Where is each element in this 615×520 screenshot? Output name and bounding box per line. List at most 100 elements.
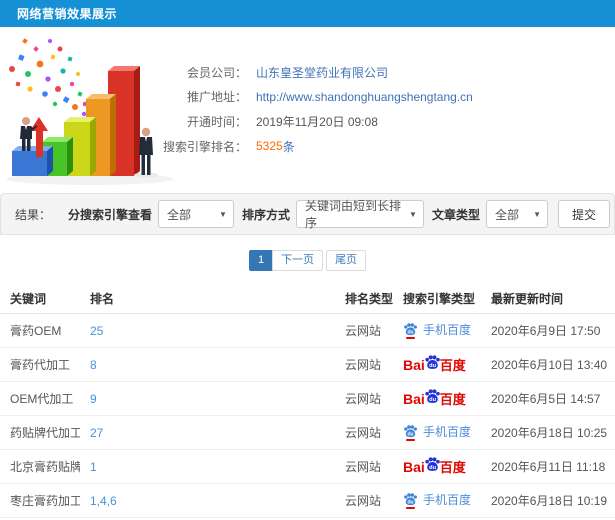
keyword-cell: 北京膏药贴牌 bbox=[0, 449, 80, 484]
keyword-cell: OEM代加工 bbox=[0, 381, 80, 416]
info-section: 会员公司： 山东皇圣堂药业有限公司 推广地址： http://www.shandong… bbox=[0, 27, 615, 190]
update-time-cell: 2020年6月18日 10:19 bbox=[481, 483, 615, 518]
baidu-logo: Bai du 百度 bbox=[403, 457, 466, 476]
results-table: 关键词 排名 排名类型 搜索引擎类型 最新更新时间 膏药OEM 25 云网站 du 手机百度 20… bbox=[0, 284, 615, 520]
rank-link[interactable]: 9 bbox=[90, 392, 97, 406]
rank-link[interactable]: 25 bbox=[90, 324, 103, 338]
keyword-cell: 膏药OEM bbox=[0, 313, 80, 348]
rank-cell: 27 bbox=[80, 415, 335, 450]
info-row-open-time: 开通时间： 2019年11月20日 09:08 bbox=[130, 109, 473, 134]
keyword-cell: 膏药代加工 bbox=[0, 347, 80, 382]
sort-select-value: 关键词由短到长排序 bbox=[304, 199, 401, 230]
paw-icon-wrap: du bbox=[403, 322, 418, 339]
engine-filter-label: 分搜索引擎查看 bbox=[67, 207, 152, 222]
info-row-engine-rank-count: 搜索引擎排名： 5325 条 bbox=[130, 134, 473, 159]
sort-select[interactable]: 关键词由短到长排序 ▼ bbox=[295, 199, 424, 230]
baidu-paw-icon: du bbox=[425, 389, 440, 403]
baidu-logo-prefix: Bai bbox=[403, 356, 425, 373]
table-row: 膏药OEM 25 云网站 du 手机百度 2020年6月9日 17:50 bbox=[0, 313, 615, 348]
update-time-cell: 2020年6月10日 13:40 bbox=[481, 347, 615, 382]
top-header-bar: 网络营销效果展示 bbox=[0, 0, 615, 27]
rank-type-cell: 云网站 bbox=[335, 313, 393, 348]
red-underline bbox=[406, 439, 415, 441]
table-row: 膏药代加工 8 云网站 Bai du 百度 2020年6月10日 13:40 bbox=[0, 347, 615, 382]
engine-cell: du 手机百度 bbox=[393, 483, 481, 518]
baidu-logo: Bai du 百度 bbox=[403, 355, 466, 374]
rank-link[interactable]: 1 bbox=[90, 460, 97, 474]
column-header: 排名类型 bbox=[335, 284, 393, 314]
baidu-logo-prefix: Bai bbox=[403, 458, 425, 475]
baidu-logo-suffix: 百度 bbox=[439, 460, 466, 475]
column-header: 关键词 bbox=[0, 284, 80, 314]
page-button[interactable]: 尾页 bbox=[326, 250, 367, 271]
mobile-baidu-label: 手机百度 bbox=[423, 493, 472, 507]
mobile-baidu-badge: du 手机百度 bbox=[403, 321, 471, 339]
article-type-select[interactable]: 全部 ▼ bbox=[485, 200, 548, 228]
paw-icon-wrap: du bbox=[403, 424, 418, 441]
rank-cell: 25 bbox=[80, 313, 335, 348]
bar-chart-bars bbox=[12, 66, 140, 176]
page-title: 网络营销效果展示 bbox=[17, 7, 118, 21]
filter-controls: 分搜索引擎查看 全部 ▼ 排序方式 关键词由短到长排序 ▼ 文章类型 全部 ▼ … bbox=[60, 199, 610, 230]
table-row: 枣庄膏药加工 1,4,6 云网站 du 手机百度 2020年6月18日 10:19 bbox=[0, 483, 615, 518]
mobile-baidu-label: 手机百度 bbox=[423, 425, 472, 439]
result-label: 结果： bbox=[15, 207, 52, 222]
update-time-cell: 2020年6月9日 17:50 bbox=[481, 313, 615, 348]
sort-filter-label: 排序方式 bbox=[241, 207, 290, 222]
baidu-logo-prefix: Bai bbox=[403, 390, 425, 407]
info-label: 会员公司： bbox=[186, 65, 247, 80]
rank-link[interactable]: 8 bbox=[90, 358, 97, 372]
info-row-member-company: 会员公司： 山东皇圣堂药业有限公司 bbox=[130, 60, 473, 85]
info-label: 开通时间： bbox=[186, 114, 247, 129]
update-time-cell: 2020年6月5日 14:57 bbox=[481, 381, 615, 416]
businessman-left bbox=[20, 117, 37, 151]
baidu-logo-suffix: 百度 bbox=[439, 358, 466, 373]
info-label: 搜索引擎排名： bbox=[162, 139, 247, 154]
paw-icon-wrap: du bbox=[424, 456, 441, 473]
rank-cell: 9 bbox=[80, 381, 335, 416]
paw-icon-wrap: du bbox=[424, 354, 441, 371]
svg-text:du: du bbox=[429, 363, 436, 369]
table-body: 膏药OEM 25 云网站 du 手机百度 2020年6月9日 17:50 膏药代加工 8 云网站… bbox=[0, 313, 615, 520]
rank-cell: 1 bbox=[80, 449, 335, 484]
article-select-value: 全部 bbox=[494, 207, 519, 222]
engine-cell: Baidu百度 bbox=[393, 449, 481, 484]
submit-button[interactable]: 提交 bbox=[557, 200, 610, 228]
rank-link[interactable]: 1,4,6 bbox=[90, 494, 117, 508]
info-value-link[interactable]: http://www.shandonghuangshengtang.cn bbox=[256, 90, 473, 104]
update-time-cell: 2020年6月11日 11:18 bbox=[481, 449, 615, 484]
svg-text:du: du bbox=[408, 499, 414, 505]
rank-count-unit[interactable]: 条 bbox=[283, 138, 295, 155]
baidu-paw-icon: du bbox=[404, 425, 417, 437]
mobile-baidu-badge: du 手机百度 bbox=[403, 423, 472, 441]
rank-count: 5325 bbox=[256, 139, 283, 154]
engine-cell: Baidu百度 bbox=[393, 381, 481, 416]
table-row: 北京膏药贴牌 1 云网站 Bai du 百度 2020年6月11日 11:18 bbox=[0, 449, 615, 484]
engine-select[interactable]: 全部 ▼ bbox=[157, 200, 234, 228]
keyword-cell: 药贴牌代加工 bbox=[0, 415, 80, 450]
column-header: 排名 bbox=[80, 284, 335, 314]
svg-text:du: du bbox=[429, 397, 436, 403]
chevron-down-icon: ▼ bbox=[533, 209, 541, 219]
update-time-cell: 2020年6月18日 10:25 bbox=[481, 415, 615, 450]
baidu-logo-suffix: 百度 bbox=[439, 392, 466, 407]
confetti bbox=[9, 38, 91, 124]
baidu-logo: Bai du 百度 bbox=[403, 389, 466, 408]
info-rows: 会员公司： 山东皇圣堂药业有限公司 推广地址： http://www.shandong… bbox=[130, 60, 473, 158]
mobile-baidu-badge: du 手机百度 bbox=[403, 491, 472, 509]
paw-icon-wrap: du bbox=[424, 388, 441, 405]
rank-cell: 1,4,6 bbox=[80, 483, 335, 518]
rank-link[interactable]: 27 bbox=[90, 426, 103, 440]
baidu-paw-icon: du bbox=[425, 355, 440, 369]
rank-type-cell: 云网站 bbox=[335, 347, 393, 382]
info-value-link[interactable]: 山东皇圣堂药业有限公司 bbox=[256, 64, 388, 81]
page-current[interactable]: 1 bbox=[248, 250, 274, 271]
pagination: 1 下一页 尾页 bbox=[0, 250, 615, 271]
page-button[interactable]: 下一页 bbox=[272, 250, 324, 271]
table-row: 药贴牌代加工 27 云网站 du 手机百度 2020年6月18日 10:25 bbox=[0, 415, 615, 450]
paw-icon-wrap: du bbox=[403, 492, 418, 509]
table-row: OEM代加工 9 云网站 Bai du 百度 2020年6月5日 14:57 bbox=[0, 381, 615, 416]
rank-cell: 8 bbox=[80, 347, 335, 382]
rank-type-cell: 云网站 bbox=[335, 381, 393, 416]
column-header: 搜索引擎类型 bbox=[393, 284, 481, 314]
